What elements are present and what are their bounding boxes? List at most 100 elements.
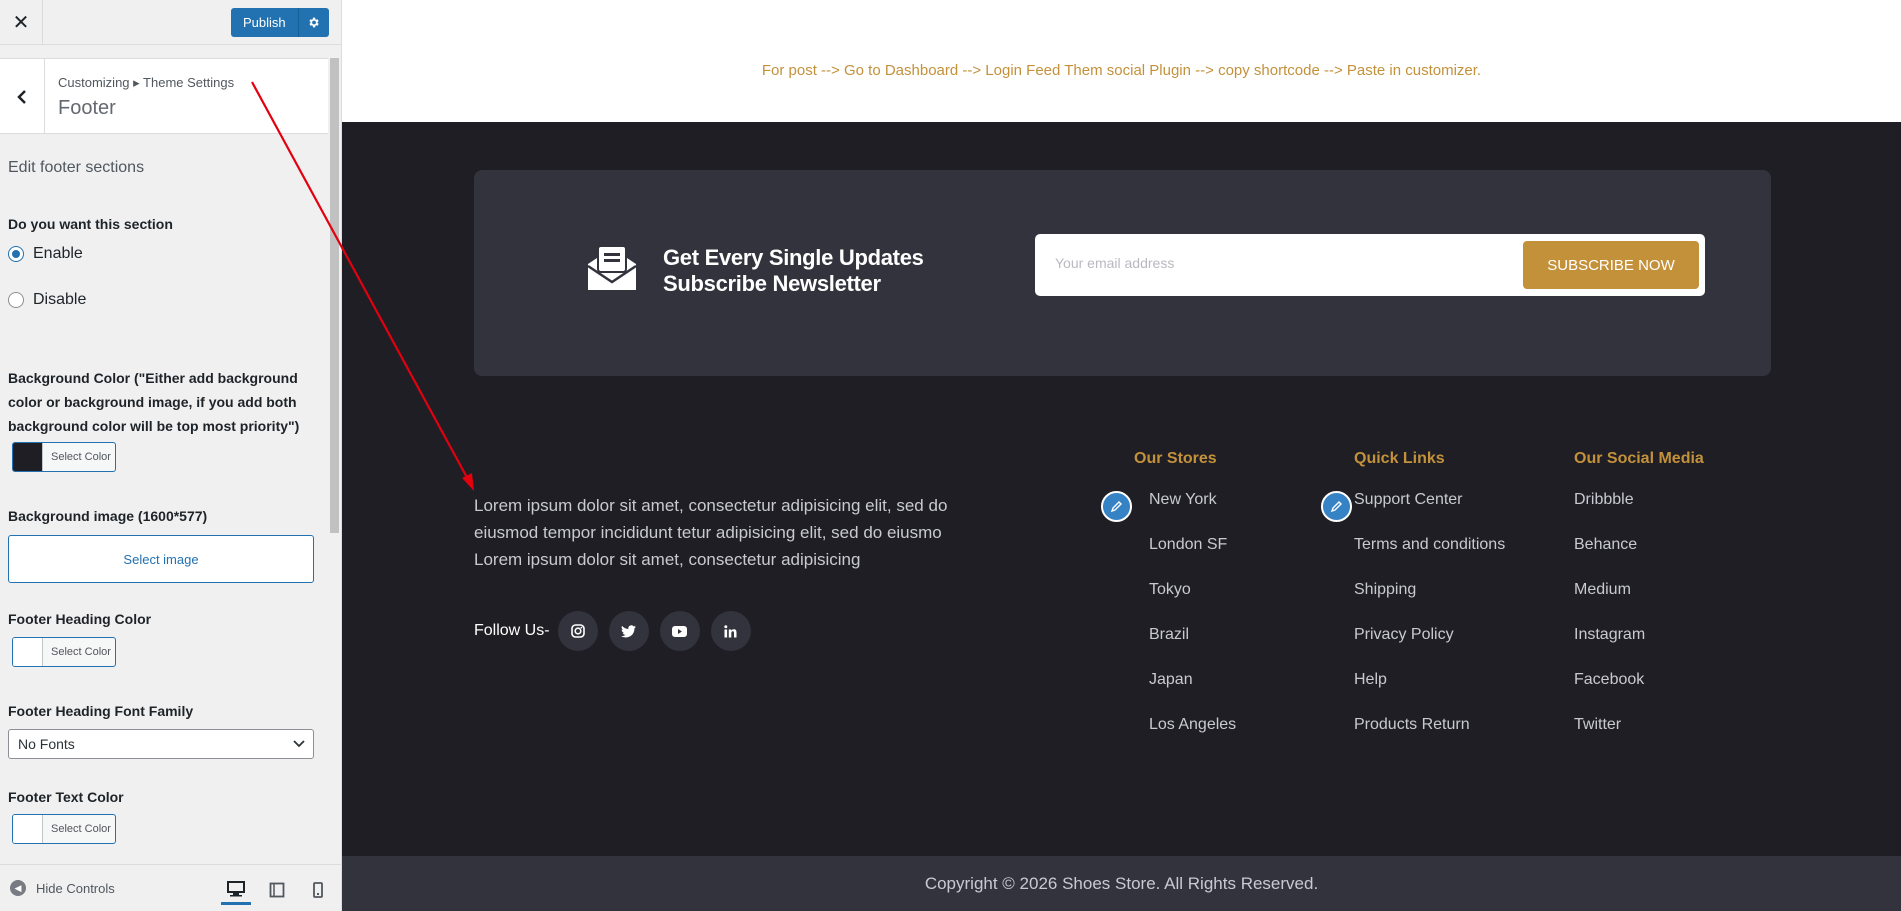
email-input[interactable]: Your email address <box>1055 255 1174 271</box>
tablet-icon <box>269 882 285 898</box>
site-footer: Get Every Single Updates Subscribe Newsl… <box>342 122 1901 856</box>
shortcode-note: For post --> Go to Dashboard --> Login F… <box>761 62 1482 79</box>
customizer-header: ✕ Publish <box>0 0 341 45</box>
customizer-sidebar: ✕ Publish Customizing ▸ Theme Settings F… <box>0 0 342 911</box>
store-link[interactable]: Los Angeles <box>1149 713 1236 758</box>
disable-label: Disable <box>33 291 87 308</box>
quick-link[interactable]: Privacy Policy <box>1354 623 1505 668</box>
social-link[interactable]: Behance <box>1574 533 1704 578</box>
copyright-bar: Copyright © 2026 Shoes Store. All Rights… <box>342 856 1901 911</box>
section-title: Footer <box>58 97 116 119</box>
social-link[interactable]: Medium <box>1574 578 1704 623</box>
edit-shortcut-stores[interactable] <box>1101 491 1132 522</box>
quick-link[interactable]: Shipping <box>1354 578 1505 623</box>
youtube-icon <box>672 625 688 637</box>
linkedin-link[interactable] <box>710 611 751 651</box>
select-color-label: Select Color <box>51 823 111 835</box>
publish-group: Publish <box>231 8 329 37</box>
store-link[interactable]: London SF <box>1149 533 1236 578</box>
select-color-label: Select Color <box>51 451 111 463</box>
quick-link[interactable]: Terms and conditions <box>1354 533 1505 578</box>
instagram-link[interactable] <box>557 611 598 651</box>
preview-desktop-button[interactable] <box>221 875 251 905</box>
disable-radio[interactable] <box>8 292 24 308</box>
breadcrumb: Customizing ▸ Theme Settings <box>58 75 235 90</box>
desktop-icon <box>227 880 245 896</box>
twitter-link[interactable] <box>608 611 649 651</box>
edit-shortcut-links[interactable] <box>1321 491 1352 522</box>
newsletter-title-line2: Subscribe Newsletter <box>663 271 881 296</box>
sidebar-scrollbar[interactable] <box>328 58 341 864</box>
store-link[interactable]: Japan <box>1149 668 1236 713</box>
twitter-icon <box>621 624 637 637</box>
disable-option[interactable]: Disable <box>8 291 86 309</box>
site-preview: For post --> Go to Dashboard --> Login F… <box>342 0 1901 911</box>
heading-font-label: Footer Heading Font Family <box>8 703 194 719</box>
preview-mobile-button[interactable] <box>303 875 333 905</box>
heading-color-swatch <box>13 638 43 666</box>
follow-us: Follow Us- <box>474 611 762 651</box>
bg-color-swatch <box>13 443 43 471</box>
gear-icon <box>309 17 319 28</box>
social-link[interactable]: Instagram <box>1574 623 1704 668</box>
pencil-icon <box>1110 501 1122 513</box>
scrollbar-thumb[interactable] <box>330 58 339 533</box>
bg-color-label: Background Color ("Either add background… <box>8 370 300 434</box>
enable-option[interactable]: Enable <box>8 245 83 263</box>
subscribe-button[interactable]: SUBSCRIBE NOW <box>1523 241 1699 289</box>
hide-controls-label: Hide Controls <box>36 880 115 896</box>
publish-settings-button[interactable] <box>297 8 329 37</box>
bg-image-label: Background image (1600*577) <box>8 508 208 524</box>
mobile-icon <box>313 882 323 898</box>
select-image-button[interactable]: Select image <box>8 535 314 583</box>
social-link[interactable]: Twitter <box>1574 713 1704 758</box>
hide-controls-button[interactable]: ◀ Hide Controls <box>10 880 115 896</box>
heading-font-select[interactable]: No Fonts <box>8 729 314 759</box>
store-link[interactable]: New York <box>1149 488 1236 533</box>
social-heading: Our Social Media <box>1574 450 1704 467</box>
envelope-icon <box>586 244 638 297</box>
pencil-icon <box>1330 501 1342 513</box>
heading-color-picker[interactable]: Select Color <box>12 637 116 667</box>
chevron-down-icon <box>293 740 305 748</box>
text-color-swatch <box>13 815 43 843</box>
newsletter-title-line1: Get Every Single Updates <box>663 245 924 270</box>
stores-heading: Our Stores <box>1134 450 1217 467</box>
edit-heading: Edit footer sections <box>8 159 145 176</box>
quick-links-heading: Quick Links <box>1354 450 1445 467</box>
section-toggle-label: Do you want this section <box>8 216 173 232</box>
text-color-label: Footer Text Color <box>8 789 124 805</box>
social-link[interactable]: Dribbble <box>1574 488 1704 533</box>
footer-about-text: Lorem ipsum dolor sit amet, consectetur … <box>474 496 948 569</box>
newsletter-box: Get Every Single Updates Subscribe Newsl… <box>474 170 1771 376</box>
back-button[interactable] <box>0 59 45 134</box>
footer-col-stores: Our Stores New York London SF Tokyo Braz… <box>1134 450 1236 758</box>
preview-tablet-button[interactable] <box>262 875 292 905</box>
store-link[interactable]: Tokyo <box>1149 578 1236 623</box>
customizer-footer: ◀ Hide Controls <box>0 864 341 911</box>
follow-label: Follow Us- <box>474 622 550 639</box>
close-customizer-button[interactable]: ✕ <box>0 0 43 45</box>
quick-link[interactable]: Support Center <box>1354 488 1505 533</box>
enable-label: Enable <box>33 245 83 262</box>
enable-radio[interactable] <box>8 246 24 262</box>
footer-col-social: Our Social Media Dribbble Behance Medium… <box>1574 450 1704 758</box>
copyright-text: Copyright © 2026 Shoes Store. All Rights… <box>924 874 1319 893</box>
newsletter-form: Your email address SUBSCRIBE NOW <box>1035 234 1705 296</box>
select-color-label: Select Color <box>51 646 111 658</box>
font-select-value: No Fonts <box>18 736 75 752</box>
quick-link[interactable]: Products Return <box>1354 713 1505 758</box>
newsletter-title: Get Every Single Updates Subscribe Newsl… <box>663 245 924 297</box>
bg-color-picker[interactable]: Select Color <box>12 442 116 472</box>
chevron-left-icon <box>17 89 26 104</box>
instagram-icon <box>570 624 585 638</box>
social-link[interactable]: Facebook <box>1574 668 1704 713</box>
section-header: Customizing ▸ Theme Settings Footer <box>0 58 328 134</box>
footer-col-quick-links: Quick Links Support Center Terms and con… <box>1354 450 1505 758</box>
publish-button[interactable]: Publish <box>231 8 298 37</box>
text-color-picker[interactable]: Select Color <box>12 814 116 844</box>
store-link[interactable]: Brazil <box>1149 623 1236 668</box>
linkedin-icon <box>724 624 737 637</box>
youtube-link[interactable] <box>659 611 700 651</box>
quick-link[interactable]: Help <box>1354 668 1505 713</box>
